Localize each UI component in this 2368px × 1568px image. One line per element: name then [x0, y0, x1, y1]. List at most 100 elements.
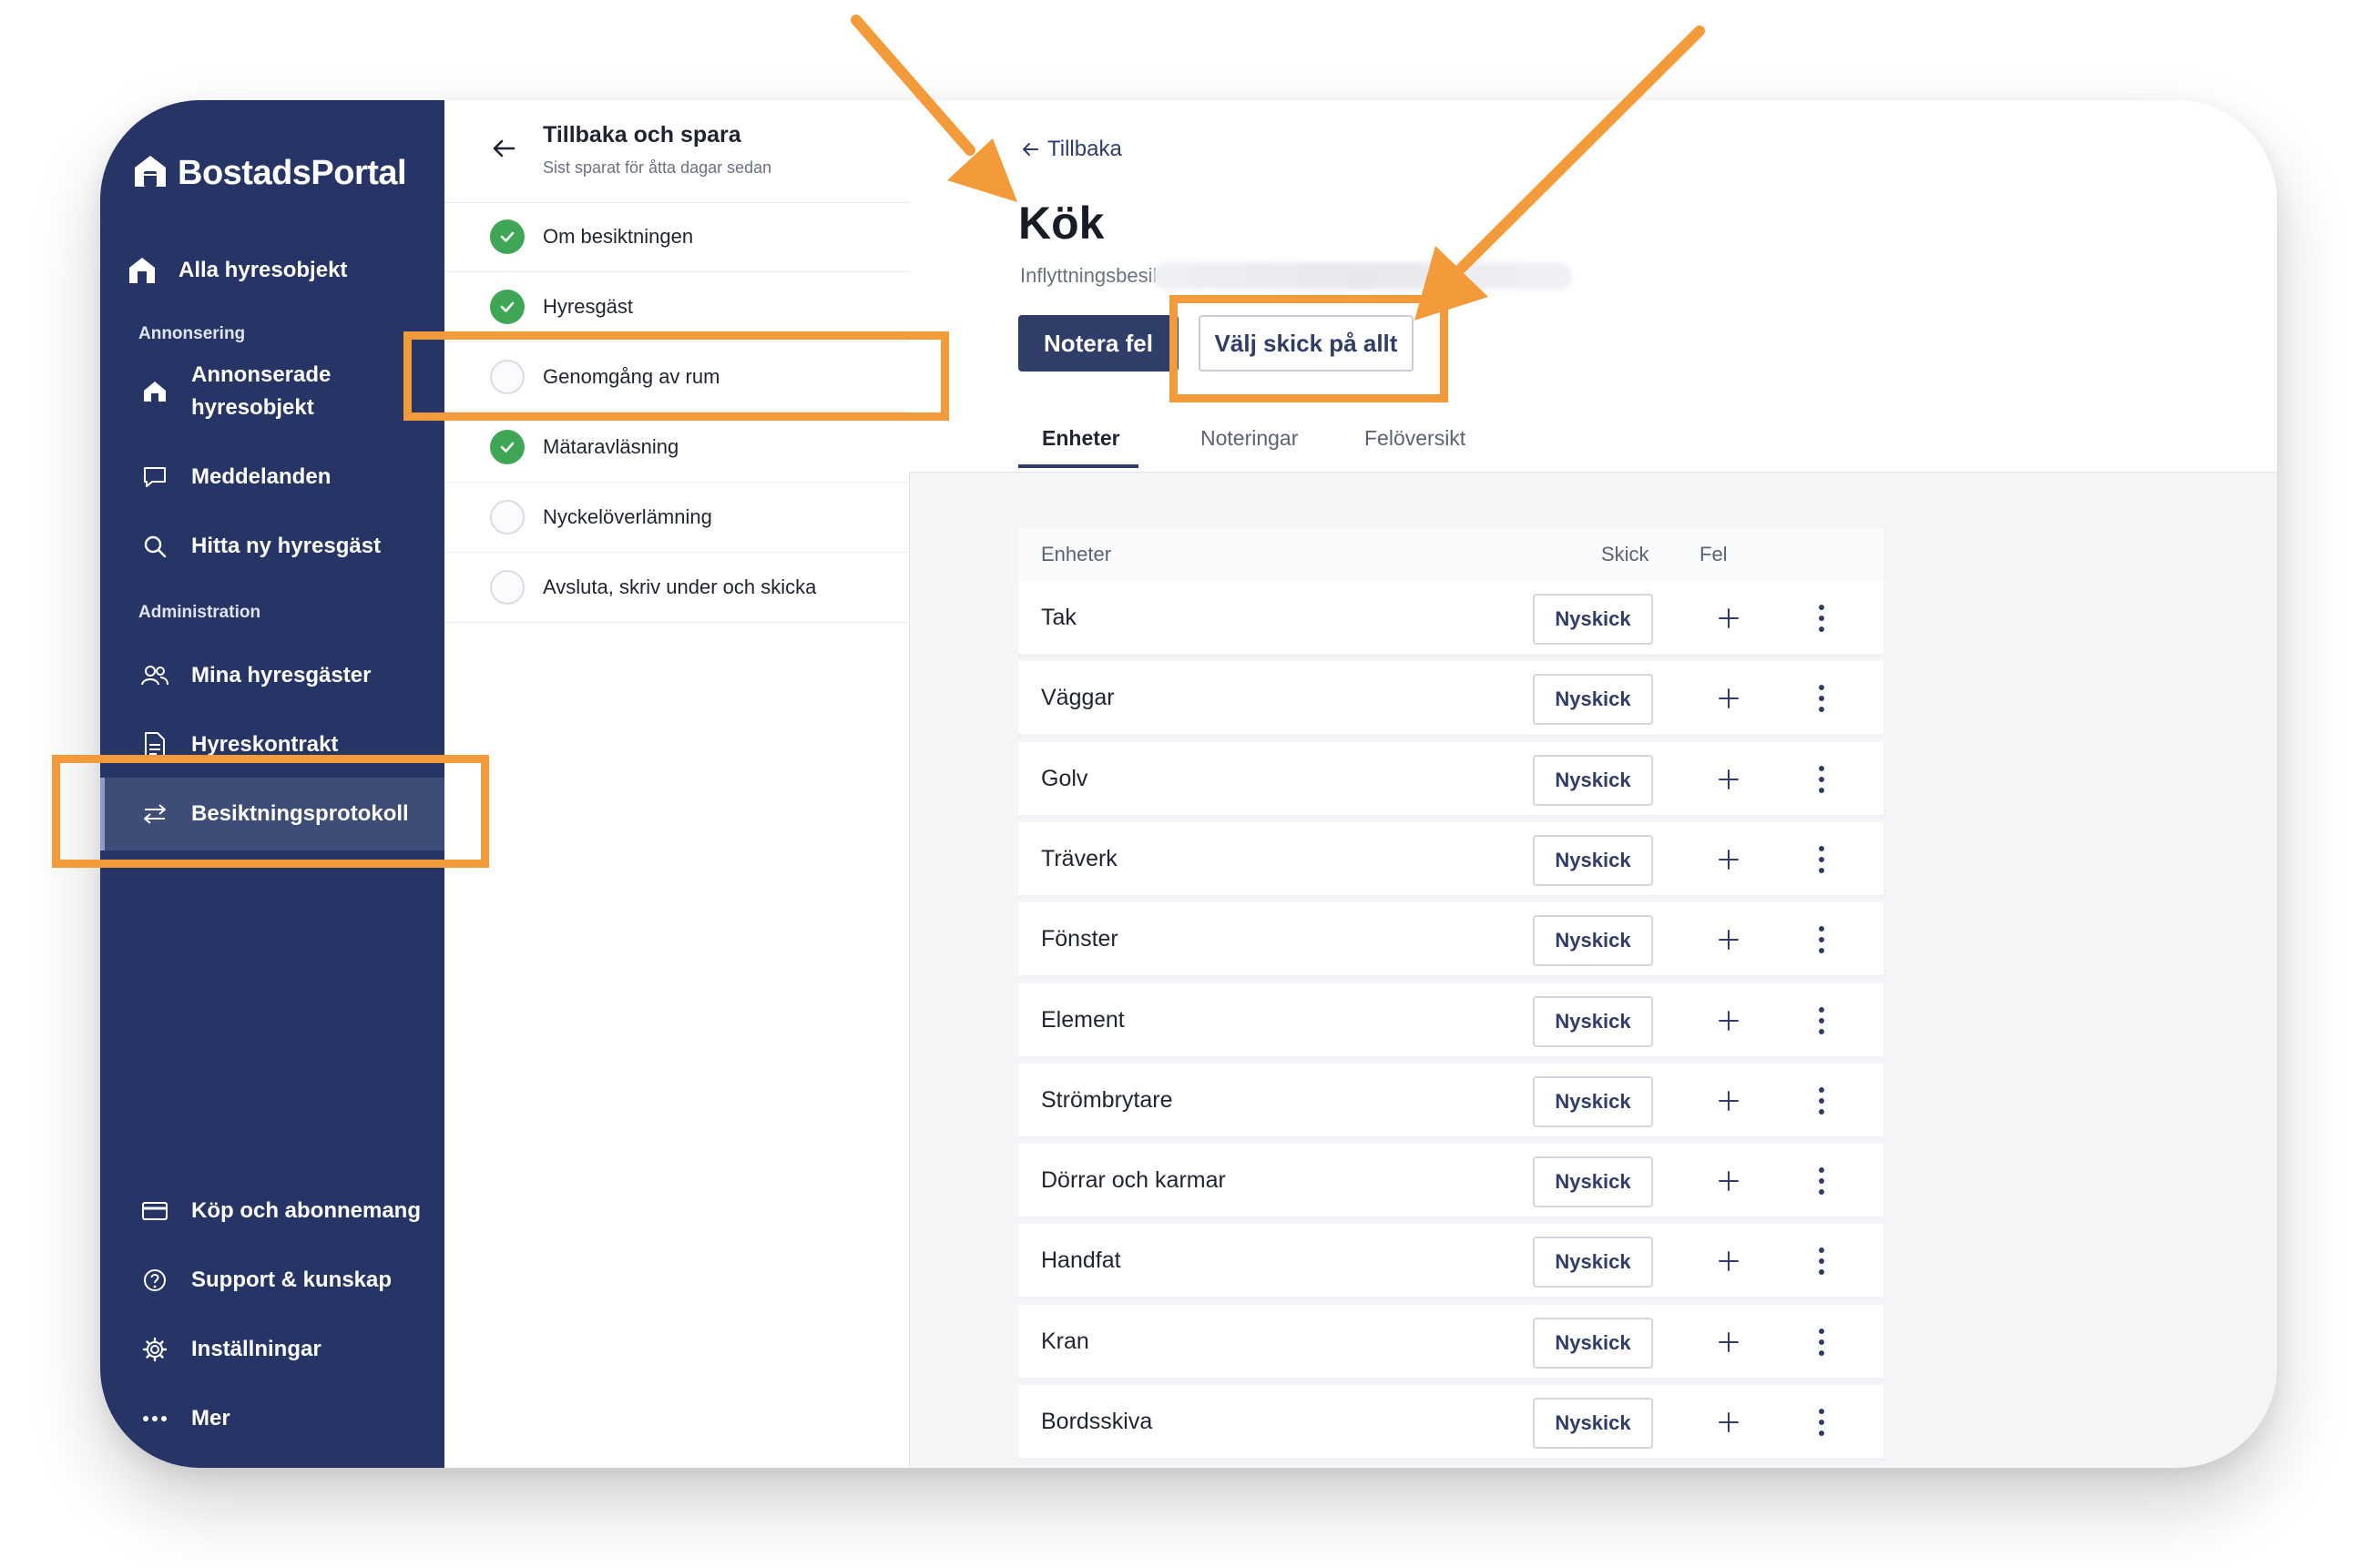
- sidebar-item-mer[interactable]: Mer: [100, 1390, 444, 1448]
- table-row: Handfat Nyskick: [1018, 1224, 1883, 1301]
- condition-button[interactable]: Nyskick: [1533, 1075, 1653, 1127]
- sidebar-item-installningar[interactable]: Inställningar: [100, 1320, 444, 1379]
- sidebar-item-hitta-ny-hyresgast[interactable]: Hitta ny hyresgäst: [100, 519, 444, 574]
- step-genomgang-av-rum[interactable]: Genomgång av rum: [444, 342, 909, 412]
- table-row: Golv Nyskick: [1018, 741, 1883, 819]
- sidebar-item-alla-hyresobjekt[interactable]: Alla hyresobjekt: [100, 239, 444, 302]
- kebab-menu-icon[interactable]: [1816, 1407, 1827, 1438]
- step-label: Mätaravläsning: [543, 435, 679, 458]
- sidebar-item-kop-och-abonnemang[interactable]: Köp och abonnemang: [100, 1182, 444, 1240]
- add-error-plus-icon[interactable]: [1715, 1329, 1742, 1356]
- condition-button[interactable]: Nyskick: [1533, 915, 1653, 967]
- more-dots-icon: [138, 1402, 171, 1435]
- add-error-plus-icon[interactable]: [1715, 1247, 1742, 1275]
- tab-noteringar[interactable]: Noteringar: [1200, 426, 1298, 451]
- sidebar-item-label: Support & kunskap: [191, 1268, 393, 1292]
- condition-button[interactable]: Nyskick: [1533, 1317, 1653, 1369]
- step-nyckeloverlamning[interactable]: Nyckelöverlämning: [444, 483, 909, 553]
- table-row: Fönster Nyskick: [1018, 902, 1883, 980]
- condition-button[interactable]: Nyskick: [1533, 594, 1653, 645]
- condition-button[interactable]: Nyskick: [1533, 674, 1653, 726]
- swap-arrows-icon: [138, 798, 171, 830]
- sidebar-item-label: Annonserade hyresobjekt: [191, 362, 332, 420]
- main-sidebar: BostadsPortal Alla hyresobjekt Annonseri…: [100, 100, 444, 1468]
- unit-name: Träverk: [1041, 845, 1118, 871]
- add-error-plus-icon[interactable]: [1715, 1087, 1742, 1115]
- kebab-menu-icon[interactable]: [1816, 924, 1827, 955]
- add-error-plus-icon[interactable]: [1715, 846, 1742, 873]
- table-row: Träverk Nyskick: [1018, 821, 1883, 899]
- sidebar-item-annonserade-hyresobjekt[interactable]: Annonserade hyresobjekt: [100, 353, 444, 430]
- step-hyresgast[interactable]: Hyresgäst: [444, 272, 909, 342]
- section-heading-annonsering: Annonsering: [138, 324, 246, 343]
- condition-button[interactable]: Nyskick: [1533, 1156, 1653, 1208]
- empty-circle-icon: [490, 570, 525, 605]
- tab-feloversikt[interactable]: Felöversikt: [1364, 426, 1465, 451]
- condition-button[interactable]: Nyskick: [1533, 995, 1653, 1047]
- add-error-plus-icon[interactable]: [1715, 1167, 1742, 1195]
- condition-button[interactable]: Nyskick: [1533, 1398, 1653, 1449]
- step-label: Hyresgäst: [543, 295, 634, 318]
- step-avsluta[interactable]: Avsluta, skriv under och skicka: [444, 553, 909, 623]
- empty-circle-icon: [490, 500, 525, 535]
- step-label: Genomgång av rum: [543, 365, 720, 388]
- kebab-menu-icon[interactable]: [1816, 1246, 1827, 1277]
- condition-button[interactable]: Nyskick: [1533, 1237, 1653, 1288]
- kebab-menu-icon[interactable]: [1816, 683, 1827, 714]
- brand-name: BostadsPortal: [178, 153, 407, 192]
- kebab-menu-icon[interactable]: [1816, 603, 1827, 634]
- sidebar-item-label: Köp och abonnemang: [191, 1198, 421, 1223]
- kebab-menu-icon[interactable]: [1816, 1005, 1827, 1036]
- brand-logo[interactable]: BostadsPortal: [132, 146, 407, 200]
- add-error-plus-icon[interactable]: [1715, 926, 1742, 953]
- back-and-save-header[interactable]: Tillbaka och spara Sist sparat för åtta …: [444, 100, 909, 203]
- empty-circle-icon: [490, 360, 525, 394]
- add-error-plus-icon[interactable]: [1715, 1409, 1742, 1436]
- sidebar-item-besiktningsprotokoll[interactable]: Besiktningsprotokoll: [100, 778, 444, 850]
- gear-icon: [138, 1333, 171, 1366]
- tab-enheter[interactable]: Enheter: [1042, 426, 1120, 451]
- add-error-plus-icon[interactable]: [1715, 605, 1742, 632]
- check-icon: [490, 430, 525, 464]
- table-row: Dörrar och karmar Nyskick: [1018, 1144, 1883, 1221]
- step-om-besiktningen[interactable]: Om besiktningen: [444, 202, 909, 272]
- arrow-left-icon[interactable]: [490, 135, 517, 162]
- kebab-menu-icon[interactable]: [1816, 764, 1827, 795]
- unit-name: Element: [1041, 1006, 1125, 1033]
- unit-name: Bordsskiva: [1041, 1409, 1153, 1434]
- back-link[interactable]: Tillbaka: [1020, 137, 1122, 162]
- kebab-menu-icon[interactable]: [1816, 1327, 1827, 1358]
- unit-name: Dörrar och karmar: [1041, 1167, 1226, 1194]
- condition-button[interactable]: Nyskick: [1533, 754, 1653, 806]
- column-header-skick: Skick: [1601, 543, 1649, 565]
- check-icon: [490, 219, 525, 254]
- add-error-plus-icon[interactable]: [1715, 685, 1742, 712]
- sidebar-item-meddelanden[interactable]: Meddelanden: [100, 450, 444, 504]
- last-saved-text: Sist sparat för åtta dagar sedan: [543, 158, 772, 177]
- set-condition-all-button[interactable]: Välj skick på allt: [1199, 315, 1414, 372]
- chat-bubble-icon: [138, 461, 171, 494]
- table-row: Bordsskiva Nyskick: [1018, 1385, 1883, 1461]
- kebab-menu-icon[interactable]: [1816, 1166, 1827, 1196]
- step-label: Avsluta, skriv under och skicka: [543, 575, 817, 598]
- search-icon: [138, 530, 171, 563]
- logo-house-icon: [132, 153, 168, 194]
- sidebar-item-label: Hitta ny hyresgäst: [191, 534, 382, 558]
- table-header: Enheter Skick Fel: [1018, 528, 1883, 582]
- section-heading-administration: Administration: [138, 603, 261, 622]
- condition-button[interactable]: Nyskick: [1533, 834, 1653, 886]
- room-header: Tillbaka Kök Inflyttningsbesiktning - No…: [909, 100, 2277, 473]
- kebab-menu-icon[interactable]: [1816, 1085, 1827, 1116]
- kebab-menu-icon[interactable]: [1816, 844, 1827, 875]
- sidebar-item-hyreskontrakt[interactable]: Hyreskontrakt: [100, 716, 444, 774]
- add-error-plus-icon[interactable]: [1715, 1007, 1742, 1034]
- column-header-fel: Fel: [1699, 543, 1728, 565]
- sidebar-item-support[interactable]: Support & kunskap: [100, 1251, 444, 1309]
- unit-name: Golv: [1041, 765, 1088, 791]
- note-error-button[interactable]: Notera fel: [1018, 315, 1179, 372]
- active-tab-indicator: [1018, 464, 1138, 468]
- unit-name: Strömbrytare: [1041, 1086, 1173, 1113]
- add-error-plus-icon[interactable]: [1715, 766, 1742, 793]
- step-mataravlasning[interactable]: Mätaravläsning: [444, 412, 909, 483]
- sidebar-item-mina-hyresgaster[interactable]: Mina hyresgäster: [100, 647, 444, 705]
